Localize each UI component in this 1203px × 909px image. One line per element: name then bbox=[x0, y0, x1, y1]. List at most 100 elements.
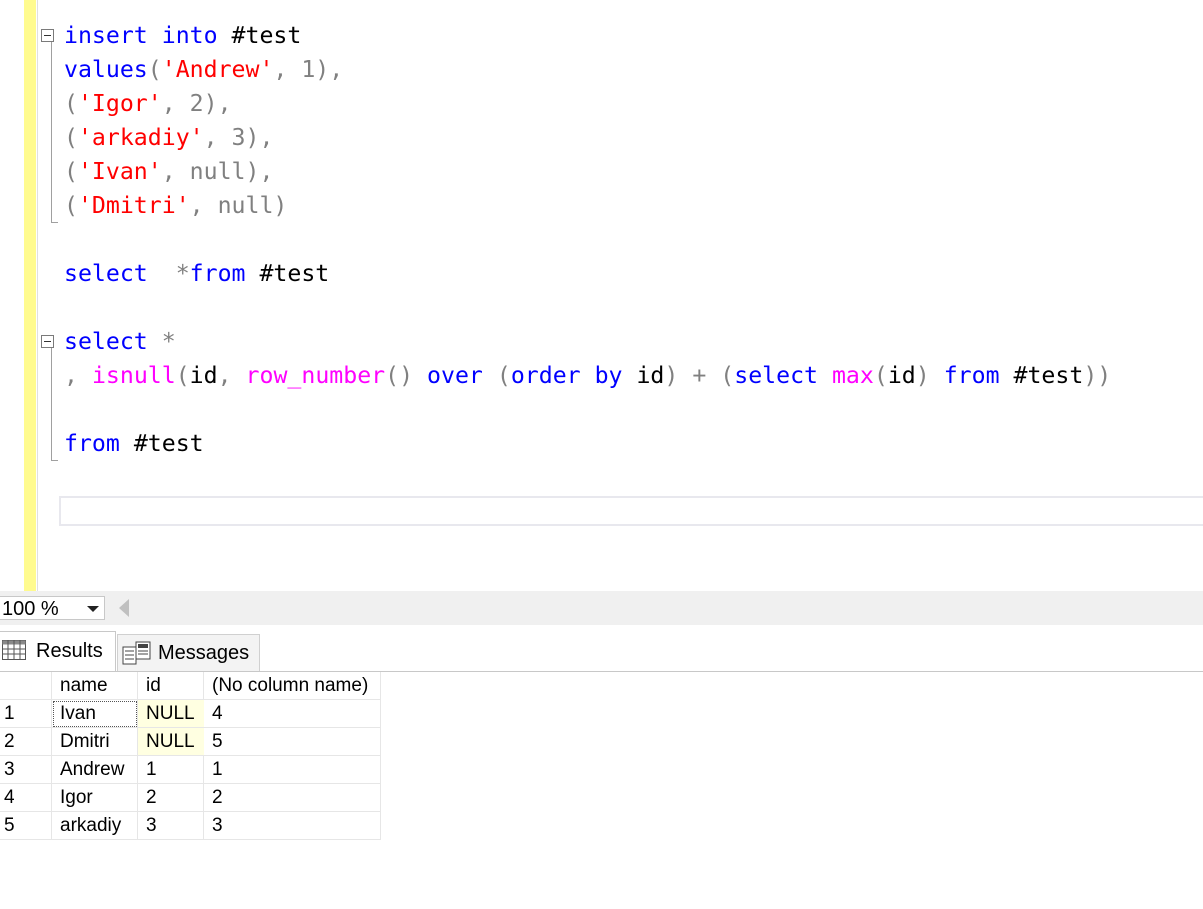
row-number[interactable]: 4 bbox=[0, 784, 52, 812]
identifier-token: #test bbox=[231, 22, 302, 49]
code-line-8[interactable]: select *from #test bbox=[64, 257, 329, 291]
column-header-name[interactable]: name bbox=[52, 672, 138, 700]
cell-no-column-name[interactable]: 5 bbox=[204, 728, 381, 756]
cell-name[interactable]: Igor bbox=[52, 784, 138, 812]
function-token: row_number bbox=[245, 362, 386, 389]
code-line-3[interactable]: ('Igor', 2), bbox=[64, 87, 232, 121]
row-number[interactable]: 2 bbox=[0, 728, 52, 756]
cell-name[interactable]: Andrew bbox=[52, 756, 138, 784]
punctuation-token: ( bbox=[64, 158, 78, 185]
identifier-token: id bbox=[189, 362, 218, 389]
keyword-token: from bbox=[189, 260, 246, 287]
string-token: 'Dmitri' bbox=[77, 192, 190, 219]
identifier-token: id bbox=[636, 362, 665, 389]
cell-no-column-name[interactable]: 4 bbox=[204, 700, 381, 728]
keyword-token: select bbox=[734, 362, 818, 389]
zoom-dropdown[interactable]: 100 % bbox=[0, 596, 105, 620]
punctuation-token: ) bbox=[664, 362, 679, 389]
messages-icon bbox=[122, 641, 151, 665]
tab-results-label: Results bbox=[36, 640, 103, 662]
punctuation-token: ( bbox=[64, 124, 78, 151]
identifier-token: id bbox=[887, 362, 916, 389]
identifier-token: #test bbox=[1013, 362, 1084, 389]
code-line-5[interactable]: ('Ivan', null), bbox=[64, 155, 273, 189]
fold-guide-line bbox=[51, 348, 52, 460]
keyword-token: from bbox=[64, 430, 120, 457]
row-number[interactable]: 1 bbox=[0, 700, 52, 728]
cell-id[interactable]: NULL bbox=[138, 728, 204, 756]
cell-id[interactable]: 1 bbox=[138, 756, 204, 784]
keyword-token: from bbox=[943, 362, 1000, 389]
cell-no-column-name[interactable]: 2 bbox=[204, 784, 381, 812]
punctuation-token: , bbox=[217, 362, 232, 389]
zoom-value: 100 % bbox=[2, 598, 59, 620]
column-header-no-column-name[interactable]: (No column name) bbox=[204, 672, 381, 700]
string-token: 'arkadiy' bbox=[77, 124, 204, 151]
punctuation-token: , 2), bbox=[161, 90, 232, 117]
cell-name[interactable]: arkadiy bbox=[52, 812, 138, 840]
null-token: null bbox=[217, 192, 274, 219]
string-token: 'Ivan' bbox=[77, 158, 162, 185]
column-header-id[interactable]: id bbox=[138, 672, 204, 700]
function-token: max bbox=[831, 362, 874, 389]
keyword-token: select bbox=[64, 328, 148, 355]
keyword-token: order by bbox=[510, 362, 623, 389]
null-token: null bbox=[189, 158, 246, 185]
punctuation-token: , 1), bbox=[273, 56, 344, 83]
code-line-10[interactable]: select * bbox=[64, 325, 176, 359]
tab-messages-label: Messages bbox=[158, 642, 250, 664]
punctuation-token: , bbox=[189, 192, 218, 219]
change-tracking-margin bbox=[24, 0, 36, 591]
results-tabstrip: Results Messages bbox=[0, 625, 1203, 672]
function-token: isnull bbox=[91, 362, 176, 389]
punctuation-token: ( bbox=[873, 362, 888, 389]
cell-name[interactable]: Ivan bbox=[52, 700, 138, 728]
code-line-4[interactable]: ('arkadiy', 3), bbox=[64, 121, 273, 155]
keyword-token: over bbox=[427, 362, 483, 389]
tab-results[interactable]: Results bbox=[0, 631, 116, 671]
keyword-token: select bbox=[64, 260, 148, 287]
fold-guide-line bbox=[51, 42, 52, 222]
row-number[interactable]: 3 bbox=[0, 756, 52, 784]
punctuation-token: ( bbox=[175, 362, 190, 389]
code-line-1[interactable]: insert into #test bbox=[64, 19, 301, 53]
identifier-token: #test bbox=[259, 260, 330, 287]
scroll-left-arrow-icon[interactable] bbox=[119, 599, 129, 617]
cell-id[interactable]: NULL bbox=[138, 700, 204, 728]
fold-guide-end bbox=[51, 222, 58, 223]
punctuation-token: ) bbox=[915, 362, 930, 389]
zoom-bar: 100 % bbox=[0, 591, 1203, 625]
punctuation-token: ), bbox=[245, 158, 274, 185]
string-token: 'Andrew' bbox=[161, 56, 274, 83]
keyword-token: into bbox=[161, 22, 218, 49]
punctuation-token: ( bbox=[496, 362, 511, 389]
query-editor[interactable]: insert into #test values('Andrew', 1), (… bbox=[0, 0, 1203, 591]
current-line-highlight bbox=[59, 496, 1203, 526]
punctuation-token: ( bbox=[64, 192, 78, 219]
code-line-2[interactable]: values('Andrew', 1), bbox=[64, 53, 343, 87]
collapse-region-icon[interactable] bbox=[41, 29, 54, 42]
cell-id[interactable]: 2 bbox=[138, 784, 204, 812]
code-line-13[interactable]: from #test bbox=[64, 427, 204, 461]
chevron-down-icon[interactable] bbox=[87, 606, 99, 612]
tab-messages[interactable]: Messages bbox=[117, 634, 260, 671]
punctuation-token: , bbox=[161, 158, 190, 185]
operator-token: * bbox=[161, 328, 176, 355]
code-line-6[interactable]: ('Dmitri', null) bbox=[64, 189, 287, 223]
collapse-region-icon[interactable] bbox=[41, 335, 54, 348]
grid-icon bbox=[2, 640, 26, 660]
row-number-header[interactable] bbox=[0, 672, 52, 700]
row-number[interactable]: 5 bbox=[0, 812, 52, 840]
punctuation-token: ( bbox=[147, 56, 162, 83]
keyword-token: values bbox=[64, 56, 148, 83]
punctuation-token: () bbox=[385, 362, 414, 389]
string-token: 'Igor' bbox=[77, 90, 162, 117]
punctuation-token: , 3), bbox=[203, 124, 274, 151]
cell-no-column-name[interactable]: 1 bbox=[204, 756, 381, 784]
cell-name[interactable]: Dmitri bbox=[52, 728, 138, 756]
cell-id[interactable]: 3 bbox=[138, 812, 204, 840]
cell-no-column-name[interactable]: 3 bbox=[204, 812, 381, 840]
code-line-11[interactable]: , isnull(id, row_number() over (order by… bbox=[64, 359, 1111, 393]
punctuation-token: ( bbox=[64, 90, 78, 117]
margin-divider bbox=[37, 0, 38, 591]
